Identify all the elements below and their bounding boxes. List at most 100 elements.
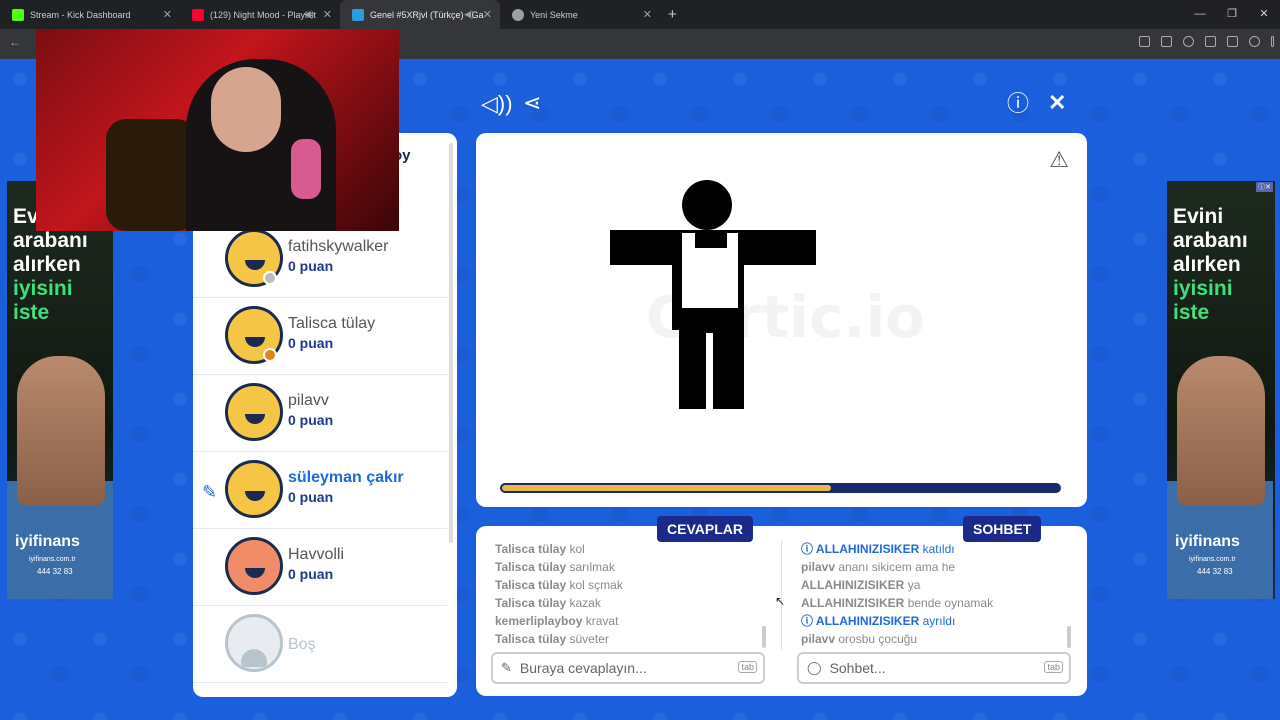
player-name: süleyman çakır [288,469,404,486]
info-icon: ⓘ [801,542,814,556]
tab-key-hint: tab [1044,661,1063,673]
ad-info-icon[interactable]: ⓘ✕ [1256,182,1273,192]
kick-icon [12,8,24,21]
cast-icon[interactable] [1161,36,1172,47]
chat-message: ALLAHINIZISIKER bende oynamak [801,596,994,610]
drawing-head [682,180,732,230]
player-score: 0 puan [288,566,334,582]
close-window-button[interactable]: ✕ [1248,0,1280,29]
ad-face [1177,356,1265,506]
player-score: 0 puan [288,258,334,274]
maximize-button[interactable]: ❐ [1216,0,1248,29]
tab-chat[interactable]: SOHBET [963,516,1042,542]
player-score: 0 puan [288,489,334,505]
pencil-icon: ✎ [202,482,218,502]
speaker-icon[interactable]: ◀) [304,9,314,20]
webcam-head [211,67,281,152]
chat-scrollbar[interactable] [1067,626,1071,648]
status-dot [263,348,277,362]
player-row: Havvolli 0 puan [193,529,447,606]
player-name: fatihskywalker [288,238,389,255]
player-name: Talisca tülay [288,315,376,332]
volume-icon[interactable]: ◁)) [481,93,513,115]
tab-answers[interactable]: CEVAPLAR [657,516,753,542]
drawing-tie [695,230,727,248]
tab-key-hint: tab [738,661,757,673]
close-icon[interactable]: ✕ [643,8,652,21]
webcam-overlay [36,29,399,231]
tab-title: (129) Night Mood - Playlist [210,9,317,20]
ad-right[interactable]: ⓘ✕ Evini arabanı alırken iyisini iste iyifi… [1167,181,1275,599]
webcam-microphone [291,139,321,199]
webcam-chair [106,119,196,231]
ad-website: iyifinans.com.tr [29,556,76,563]
browser-tab-strip: Stream - Kick Dashboard ✕ (129) Night Mo… [0,0,1280,29]
window-controls: — ❐ ✕ [1184,0,1280,29]
tab-new[interactable]: Yeni Sekme ✕ [500,0,660,29]
ad-brand: iyifinans [15,533,80,550]
minimize-button[interactable]: — [1184,0,1216,29]
translate-icon[interactable] [1139,36,1150,47]
speaker-icon[interactable]: ◀) [464,9,474,20]
tab-kick-dashboard[interactable]: Stream - Kick Dashboard ✕ [0,0,180,29]
scrollbar[interactable] [449,143,453,543]
ad-phone: 444 32 83 [37,567,73,576]
report-warning-icon[interactable]: ⚠ [1049,147,1069,173]
player-row: pilavv 0 puan [193,375,447,452]
player-name: pilavv [288,392,329,409]
tab-title: Yeni Sekme [530,9,578,20]
toolbar-icons [1139,36,1274,47]
new-tab-button[interactable]: + [668,6,677,23]
mouse-cursor: ↖ [775,594,786,608]
extensions-icon[interactable] [1205,36,1216,47]
ad-website: iyifinans.com.tr [1189,556,1236,563]
tab-night-mood[interactable]: (129) Night Mood - Playlist ◀) ✕ [180,0,340,29]
player-score: 0 puan [288,335,334,351]
profile-icon[interactable] [1249,36,1260,47]
player-name: Havvolli [288,546,345,563]
player-row-drawing: ✎ süleyman çakır 0 puan [193,452,447,529]
chat-list: ⓘ ALLAHINIZISIKER katıldı pilavv ananı s… [801,540,993,648]
close-icon[interactable]: ✕ [163,8,172,21]
chat-input[interactable]: ◯ Sohbet... tab [797,652,1071,684]
answer-message: Talisca tülay sarılmak [495,560,615,574]
globe-icon [512,8,524,21]
answers-chat-panel: CEVAPLAR SOHBET Talisca tülay kol Talisc… [476,516,1087,696]
close-icon[interactable]: ✕ [323,8,332,21]
ad-phone: 444 32 83 [1197,567,1233,576]
share-icon[interactable]: ⋖ [523,92,541,114]
answer-message: Talisca tülay kol [495,542,585,556]
close-icon[interactable]: ✕ [483,8,492,21]
answers-scrollbar[interactable] [762,626,766,648]
avatar [225,383,283,441]
avatar [225,537,283,595]
chat-system-message: ⓘ ALLAHINIZISIKER katıldı [801,542,955,556]
back-arrow-icon[interactable]: ← [9,35,21,49]
ad-face [17,356,105,506]
playlist-icon[interactable] [1227,36,1238,47]
player-row: Talisca tülay 0 puan [193,298,447,375]
chat-system-message: ⓘ ALLAHINIZISIKER ayrıldı [801,614,956,628]
tab-title: Stream - Kick Dashboard [30,9,131,20]
answer-message: Talisca tülay kol sçmak [495,578,623,592]
close-icon[interactable]: ✕ [1048,92,1066,114]
chat-message: ALLAHINIZISIKER ya [801,578,921,592]
info-icon[interactable]: ⓘ [1007,93,1029,115]
player-row-empty: Boş [193,606,447,683]
ad-left[interactable]: Eviniarabanıalırken iyisiniiste iyifinan… [7,181,113,599]
gartic-icon [352,8,364,21]
youtube-icon [192,8,204,21]
ad-headline: Eviniarabanıalırken iyisiniiste [1173,205,1248,324]
pencil-icon: ✎ [501,660,512,675]
chat-bubble-icon: ◯ [807,660,822,675]
answer-input[interactable]: ✎ Buraya cevaplayın... tab [491,652,765,684]
avatar [225,460,283,518]
answer-message: Talisca tülay kazak [495,596,601,610]
menu-icon[interactable] [1271,36,1274,47]
timer-progress-fill [502,485,831,491]
star-icon[interactable] [1183,36,1194,47]
tab-gartic[interactable]: Genel #5XRjvl (Türkçe) - Ga ◀) ✕ [340,0,500,29]
drawing-canvas[interactable]: ⚠ Gartic.io [476,133,1087,507]
timer-progress-bar [500,483,1061,493]
answers-list: Talisca tülay kol Talisca tülay sarılmak… [495,540,623,648]
